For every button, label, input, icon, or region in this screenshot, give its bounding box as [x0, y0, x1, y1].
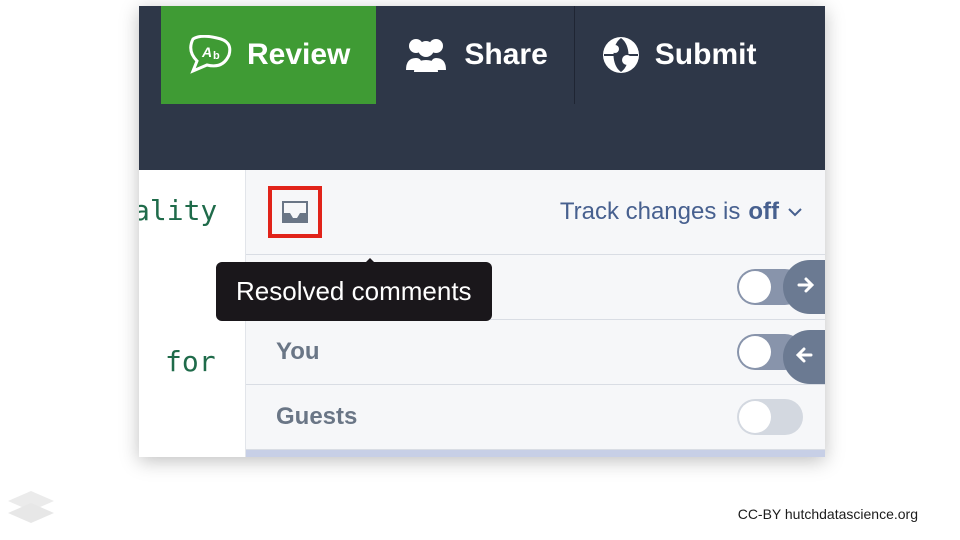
chevron-down-icon: [787, 206, 803, 218]
resolved-comments-tooltip: Resolved comments: [216, 262, 492, 321]
row-label: You: [276, 338, 320, 366]
review-panel: Track changes is off Resolved comments E…: [245, 170, 825, 457]
arrow-left-icon: [794, 344, 816, 371]
svg-text:b: b: [213, 50, 220, 62]
tab-submit-label: Submit: [655, 38, 757, 72]
track-row-guests: Guests: [246, 384, 825, 449]
track-changes-state: off: [748, 198, 779, 226]
tab-review[interactable]: A b Review: [161, 6, 376, 104]
tab-share[interactable]: Share: [376, 6, 574, 104]
editor-text-fragment: for: [165, 345, 245, 378]
review-icon: A b: [187, 35, 233, 75]
inbox-icon: [280, 199, 310, 225]
track-changes-prefix: Track changes is: [560, 198, 741, 226]
tab-review-label: Review: [247, 38, 350, 72]
credit-text: CC-BY hutchdatascience.org: [738, 506, 918, 522]
arrow-right-icon: [794, 274, 816, 301]
editor-text-fragment: ality: [139, 194, 245, 227]
top-nav: A b Review Share: [139, 6, 825, 104]
tab-share-label: Share: [464, 38, 547, 72]
track-changes-toggle-label[interactable]: Track changes is off: [560, 198, 803, 226]
row-label: Guests: [276, 403, 357, 431]
panel-footer-strip: [246, 449, 825, 457]
tab-submit[interactable]: Submit: [575, 6, 783, 104]
app-screenshot: A b Review Share: [139, 6, 825, 457]
svg-text:A: A: [201, 44, 212, 60]
resolved-comments-button[interactable]: [268, 186, 322, 238]
sub-bar: [139, 104, 825, 170]
content-area: ality for Track changes is: [139, 170, 825, 457]
submit-icon: [601, 35, 641, 75]
toggle-guests[interactable]: [737, 399, 803, 435]
track-row-you: You: [246, 319, 825, 384]
stack-icon: [4, 489, 58, 534]
share-icon: [402, 36, 450, 74]
